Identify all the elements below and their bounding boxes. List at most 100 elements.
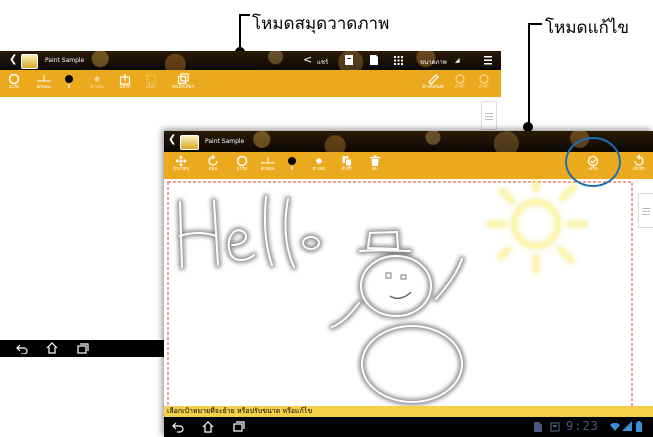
color-icon: [288, 157, 296, 165]
back-tool-select: เลือก: [142, 73, 160, 90]
back-tool-label: แทรก: [119, 85, 131, 90]
back-tool-color[interactable]: สี: [62, 73, 76, 90]
callout-paint-mode: โหมดสมุดวาดภาพ: [252, 14, 390, 34]
select-icon: [146, 74, 156, 84]
back-window-title: Paint Sample: [45, 57, 85, 64]
front-tool-move[interactable]: ย้ายวัตถุ: [168, 155, 194, 172]
front-tool-rotate[interactable]: หมุน: [204, 155, 222, 172]
brush-icon: [8, 73, 20, 85]
back-tool-label: ลักษณะ: [36, 85, 52, 90]
home-button-icon[interactable]: [202, 421, 214, 433]
overflow-menu-icon[interactable]: [484, 56, 492, 65]
share-icon[interactable]: <: [303, 53, 312, 66]
size-dropdown[interactable]: ขนาดภาพ: [420, 57, 447, 67]
front-tool-label: ทำซ้ำ: [341, 167, 353, 172]
front-tool-label: ลบ: [372, 167, 378, 172]
back-tool-label: สี: [67, 85, 71, 90]
status-clock: 9:23: [566, 419, 599, 433]
snowman-drawing[interactable]: [329, 228, 465, 405]
back-tool-brush[interactable]: แปรง: [6, 73, 22, 90]
back-tool-redo-2: ทำซ้ำ: [476, 73, 492, 90]
brush-icon: [236, 155, 248, 167]
stroke-icon: [37, 75, 51, 82]
document-icon[interactable]: [345, 55, 353, 65]
front-window-title: Paint Sample: [205, 138, 245, 145]
front-nav-bar: 9:23: [164, 417, 653, 437]
back-title-bar: ❮ Paint Sample < แชร์ ขนาดภาพ ◢: [0, 51, 501, 70]
back-tool-label: ยกเลิกเลือก: [171, 85, 195, 90]
wifi-icon: [610, 422, 620, 431]
duplicate-icon: [342, 156, 352, 167]
undo-icon: [634, 155, 644, 166]
callout-edit-mode: โหมดแก้ไข: [545, 18, 630, 38]
back-button-icon[interactable]: [16, 343, 28, 354]
sun-drawing[interactable]: [486, 179, 589, 275]
battery-icon: [636, 421, 642, 432]
front-tool-label: สี: [290, 167, 294, 172]
front-tool-eraser[interactable]: ยางลบ: [310, 155, 328, 172]
front-tool-label: ลักษณะ: [260, 167, 276, 172]
status-hint: เลือกเป้าหมายที่จะย้าย หรือปรับขนาด หรือ…: [164, 406, 653, 417]
back-scrollbar[interactable]: [481, 101, 497, 130]
back-tool-label: ยางลบ: [90, 85, 104, 90]
callout-edit-bracket: [528, 23, 542, 127]
back-nav-back-icon[interactable]: ❮: [9, 54, 17, 65]
front-tool-delete[interactable]: ลบ: [368, 155, 382, 172]
notification-file-icon: [534, 422, 542, 432]
insert-icon: [119, 74, 131, 85]
eraser-icon: [94, 76, 100, 82]
selection-rectangle[interactable]: [167, 181, 633, 406]
front-tool-label: แปรง: [236, 167, 248, 172]
back-tool-label: ทำซ้ำ: [478, 85, 490, 90]
back-tool-clear[interactable]: ล้างทั้งหมด: [418, 73, 448, 90]
front-scrollbar[interactable]: [638, 193, 653, 228]
front-tool-stroke[interactable]: ลักษณะ: [258, 155, 278, 172]
back-tool-insert[interactable]: แทรก: [116, 73, 134, 90]
trash-icon: [370, 155, 380, 166]
highlight-circle: [565, 137, 621, 187]
back-tool-label: เลือก: [146, 85, 156, 90]
front-tool-label: หมุน: [208, 167, 218, 172]
clear-icon: [428, 74, 439, 85]
page-icon[interactable]: [370, 55, 378, 65]
undo-label: เลิกทำ: [632, 167, 646, 172]
home-button-icon[interactable]: [46, 342, 58, 354]
grid-icon[interactable]: [394, 56, 403, 65]
back-toolbar: แปรง ลักษณะ สี ยางลบ แทรก เลือก ยกเลิกเล…: [0, 70, 501, 97]
back-tool-label: ล้างทั้งหมด: [422, 85, 444, 90]
stroke-icon: [261, 157, 275, 164]
back-tool-redo: ทำซ้ำ: [452, 73, 468, 90]
back-tool-deselect[interactable]: ยกเลิกเลือก: [168, 73, 198, 90]
front-tool-color[interactable]: สี: [285, 155, 299, 172]
share-label[interactable]: แชร์: [317, 57, 328, 67]
back-tool-eraser: ยางลบ: [88, 73, 106, 90]
back-nav-bar: [0, 340, 164, 357]
eraser-icon: [316, 158, 322, 164]
drawing-canvas[interactable]: [164, 179, 653, 406]
redo2-icon: [479, 74, 489, 84]
recent-apps-icon[interactable]: [233, 421, 245, 433]
signal-icon: [622, 421, 632, 431]
undo-button[interactable]: เลิกทำ: [628, 155, 650, 172]
back-tool-label: แปรง: [8, 85, 20, 90]
notification-usb-icon: [550, 422, 560, 432]
front-window: ❮ Paint Sample ย้ายวัตถุ หมุน แปรง ลักษณ…: [164, 131, 653, 437]
back-tool-stroke[interactable]: ลักษณะ: [34, 73, 54, 90]
front-nav-back-icon[interactable]: ❮: [168, 134, 176, 145]
back-app-icon: [21, 54, 38, 69]
front-tool-label: ย้ายวัตถุ: [173, 167, 189, 172]
redo-icon: [455, 74, 465, 84]
move-icon: [175, 155, 187, 167]
back-tool-label: ทำซ้ำ: [454, 85, 466, 90]
front-tool-label: ยางลบ: [312, 167, 326, 172]
dropdown-arrow-icon: ◢: [455, 57, 460, 64]
front-tool-brush[interactable]: แปรง: [234, 155, 250, 172]
front-tool-duplicate[interactable]: ทำซ้ำ: [338, 155, 356, 172]
copy-icon: [177, 73, 189, 85]
rotate-icon: [208, 155, 218, 166]
recent-apps-icon[interactable]: [77, 343, 89, 354]
hello-drawing[interactable]: [177, 194, 322, 270]
front-app-icon: [180, 135, 199, 150]
back-button-icon[interactable]: [172, 421, 184, 433]
color-icon: [65, 75, 73, 83]
